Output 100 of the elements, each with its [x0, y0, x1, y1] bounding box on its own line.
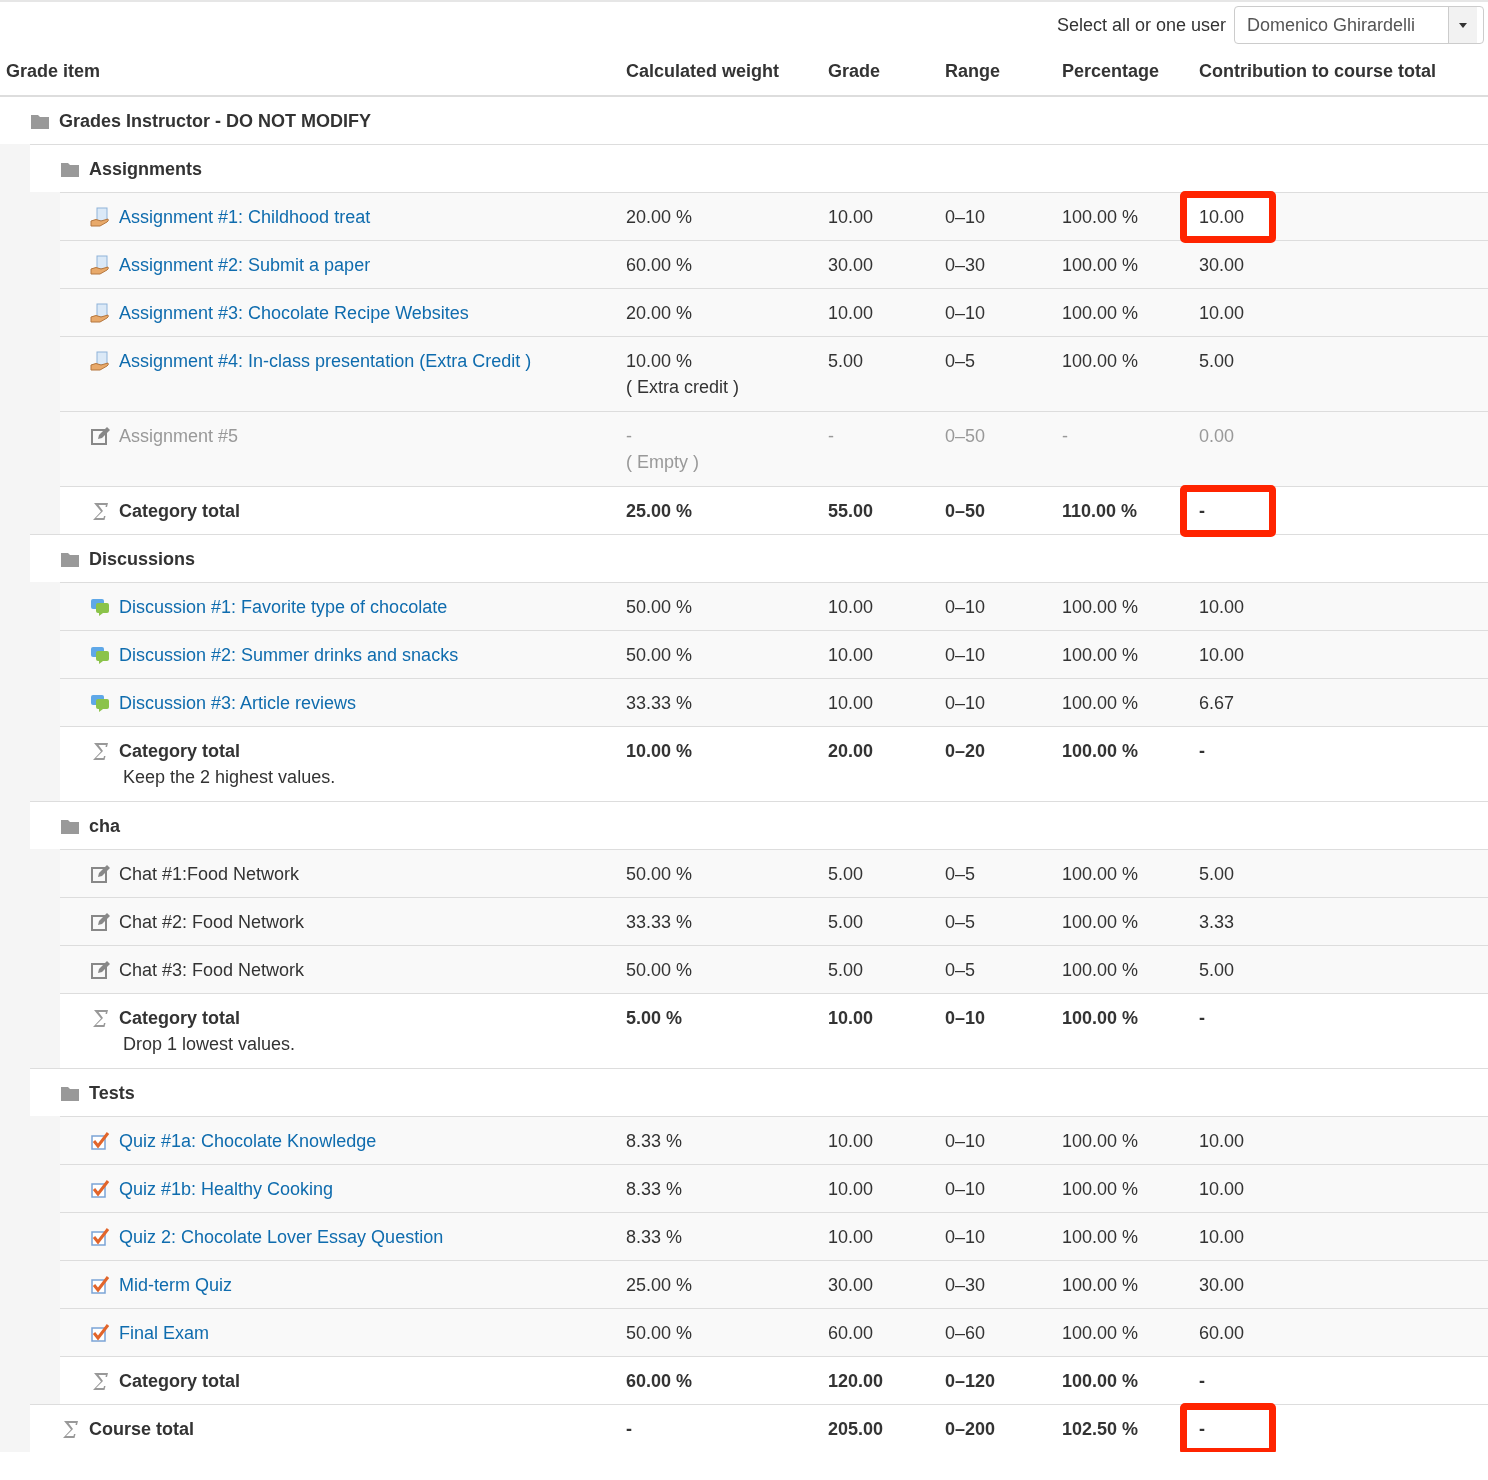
weight-value: 33.33 % [626, 911, 693, 934]
range-value: 0–10 [945, 1178, 986, 1201]
range-value: 0–5 [945, 959, 976, 982]
range-value: 0–5 [945, 911, 976, 934]
percentage-value: 100.00 % [1062, 1370, 1139, 1393]
range-value: 0–10 [945, 1130, 986, 1153]
pencil-square-icon [90, 864, 110, 884]
weight-value: 50.00 % [626, 644, 693, 667]
percentage-value: 100.00 % [1062, 254, 1139, 277]
contribution-value: - [1199, 501, 1205, 521]
speech-bubbles-icon [90, 645, 110, 665]
grade-value: 10.00 [828, 1130, 874, 1153]
weight-value: - [626, 1418, 632, 1441]
weight-note: ( Empty ) [626, 451, 699, 474]
range-value: 0–50 [945, 425, 986, 448]
grade-item-link[interactable]: Discussion #1: Favorite type of chocolate [119, 594, 448, 620]
column-header: Range [945, 60, 1000, 83]
document-hand-icon [90, 255, 110, 275]
grade-value: - [828, 425, 834, 448]
grade-value: 30.00 [828, 254, 874, 277]
contribution-value: 10.00 [1199, 1178, 1245, 1201]
range-value: 0–20 [945, 740, 986, 763]
range-value: 0–120 [945, 1370, 996, 1393]
percentage-value: 100.00 % [1062, 1274, 1139, 1297]
grade-item-link[interactable]: Discussion #3: Article reviews [119, 690, 357, 716]
range-value: 0–5 [945, 350, 976, 373]
grade-value: 5.00 [828, 911, 864, 934]
sigma-icon [90, 1008, 110, 1028]
speech-bubbles-icon [90, 597, 110, 617]
grade-value: 10.00 [828, 1007, 874, 1030]
grade-value: 205.00 [828, 1418, 884, 1441]
weight-value: 20.00 % [626, 206, 693, 229]
grade-item-link[interactable]: Discussion #2: Summer drinks and snacks [119, 642, 459, 668]
contribution-value: 30.00 [1199, 1274, 1245, 1297]
grade-value: 20.00 [828, 740, 874, 763]
range-value: 0–10 [945, 644, 986, 667]
checkbox-icon [90, 1275, 110, 1295]
weight-value: 25.00 % [626, 500, 693, 523]
weight-value: 8.33 % [626, 1226, 683, 1249]
pencil-square-icon [90, 960, 110, 980]
percentage-value: 100.00 % [1062, 692, 1139, 715]
contribution-value: 10.00 [1199, 1226, 1245, 1249]
total-label: Category total [119, 740, 241, 763]
weight-value: 50.00 % [626, 596, 693, 619]
grade-value: 10.00 [828, 206, 874, 229]
contribution-value: 0.00 [1199, 425, 1235, 448]
grade-value: 10.00 [828, 692, 874, 715]
percentage-value: 100.00 % [1062, 1178, 1139, 1201]
grade-item-link[interactable]: Final Exam [119, 1320, 210, 1346]
total-label: Category total [119, 1007, 241, 1030]
column-header: Grade [828, 60, 881, 83]
grade-value: 10.00 [828, 1226, 874, 1249]
grade-value: 120.00 [828, 1370, 884, 1393]
percentage-value: 100.00 % [1062, 644, 1139, 667]
percentage-value: - [1062, 425, 1068, 448]
grade-item-link[interactable]: Assignment #3: Chocolate Recipe Websites [119, 300, 469, 326]
pencil-square-icon [90, 912, 110, 932]
percentage-value: 102.50 % [1062, 1418, 1139, 1441]
contribution-value: 60.00 [1199, 1322, 1245, 1345]
percentage-value: 100.00 % [1062, 740, 1139, 763]
grade-item-link[interactable]: Mid-term Quiz [119, 1272, 232, 1298]
total-label: Course total [89, 1418, 194, 1441]
contribution-value: 5.00 [1199, 350, 1235, 373]
range-value: 0–5 [945, 863, 976, 886]
weight-value: 60.00 % [626, 1370, 693, 1393]
grade-value: 30.00 [828, 1274, 874, 1297]
user-select[interactable]: Domenico Ghirardelli [1234, 6, 1484, 44]
grade-item-link[interactable]: Quiz 2: Chocolate Lover Essay Question [119, 1224, 444, 1250]
total-label: Category total [119, 1370, 241, 1393]
percentage-value: 100.00 % [1062, 1007, 1139, 1030]
grade-item-name: Assignment #5 [119, 425, 239, 448]
grade-item-link[interactable]: Quiz #1a: Chocolate Knowledge [119, 1128, 377, 1154]
contribution-value: 3.33 [1199, 911, 1235, 934]
document-hand-icon [90, 207, 110, 227]
contribution-value: 10.00 [1199, 1130, 1245, 1153]
percentage-value: 100.00 % [1062, 206, 1139, 229]
sigma-icon [90, 1371, 110, 1391]
category-name: Discussions [89, 548, 196, 571]
grade-value: 5.00 [828, 959, 864, 982]
checkbox-icon [90, 1227, 110, 1247]
category-name: Grades Instructor - DO NOT MODIFY [59, 110, 372, 133]
column-header: Percentage [1062, 60, 1160, 83]
grade-value: 10.00 [828, 596, 874, 619]
aggregation-note: Keep the 2 highest values. [122, 766, 337, 789]
document-hand-icon [90, 351, 110, 371]
range-value: 0–10 [945, 1226, 986, 1249]
weight-value: - [626, 425, 632, 448]
weight-value: 25.00 % [626, 1274, 693, 1297]
grade-item-link[interactable]: Assignment #2: Submit a paper [119, 252, 371, 278]
grade-item-link[interactable]: Assignment #4: In-class presentation (Extra Credit ) [119, 348, 532, 374]
column-header: Contribution to course total [1199, 60, 1436, 83]
grade-item-link[interactable]: Assignment #1: Childhood treat [119, 204, 371, 230]
contribution-value: 10.00 [1199, 207, 1245, 227]
weight-note: ( Extra credit ) [626, 376, 740, 399]
percentage-value: 110.00 % [1062, 500, 1138, 523]
percentage-value: 100.00 % [1062, 596, 1139, 619]
contribution-value: 10.00 [1199, 644, 1245, 667]
contribution-value: 30.00 [1199, 254, 1245, 277]
sigma-icon [90, 741, 110, 761]
grade-item-link[interactable]: Quiz #1b: Healthy Cooking [119, 1176, 334, 1202]
